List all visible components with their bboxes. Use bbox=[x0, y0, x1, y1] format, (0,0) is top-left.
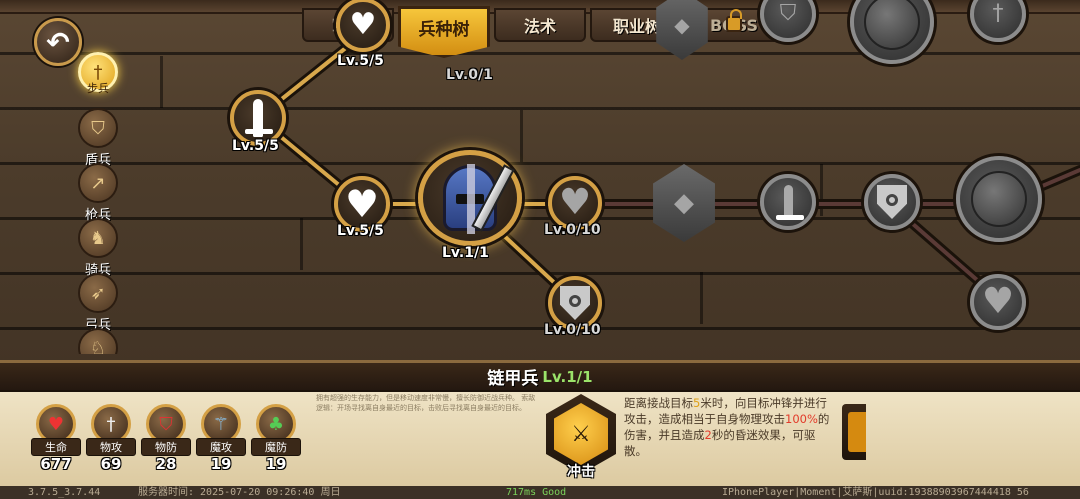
skill-name: 冲击 bbox=[567, 464, 595, 480]
stat-magic-defense: ♣ 魔防 19 bbox=[251, 404, 301, 473]
sidebar-item-spear[interactable]: ↗ 枪兵 bbox=[72, 163, 124, 223]
skill-description: 距离接战目标5米时，向目标冲锋并进行攻击，造成相当于自身物理攻击100%的伤害，… bbox=[624, 395, 834, 459]
shield-icon: ⛉ bbox=[779, 1, 797, 26]
player-info: IPhonePlayer|Moment|艾萨斯|uuid:19388903967… bbox=[722, 487, 1029, 498]
next-skill-badge[interactable] bbox=[842, 404, 866, 460]
rune-icon: ◆ bbox=[674, 13, 690, 37]
stat-value: 19 bbox=[210, 455, 232, 473]
sword-icon bbox=[245, 99, 273, 137]
debug-footer: 3.7.5_3.7.44 服务器时间: 2025-07-20 09:26:40 … bbox=[0, 486, 1080, 499]
stat-physical-attack: † 物攻 69 bbox=[86, 404, 136, 473]
node-level: Lv.5/5 bbox=[337, 223, 384, 239]
unit-description: 拥有超强的生存能力，但是移动速度非常慢，擅长防御近战兵种。 索敌逻辑：开场寻找离… bbox=[316, 394, 536, 412]
stat-label: 物攻 bbox=[86, 438, 136, 456]
back-arrow-icon: ↶ bbox=[46, 25, 70, 59]
node-level: Lv.0/10 bbox=[544, 222, 601, 238]
stat-value: 69 bbox=[100, 455, 122, 473]
tab-spells[interactable]: 法术 bbox=[494, 8, 586, 42]
horse-icon: ♞ bbox=[78, 218, 118, 258]
unit-level: Lv.1/1 bbox=[542, 367, 593, 386]
skill-node-top-heart[interactable]: ♥ bbox=[336, 0, 390, 52]
sidebar-item-partial[interactable]: ♘ bbox=[72, 328, 124, 354]
stat-physical-defense: ⛉ 物防 28 bbox=[141, 404, 191, 473]
stat-label: 魔防 bbox=[251, 438, 301, 456]
version-text: 3.7.5_3.7.44 bbox=[28, 487, 101, 498]
skill-node-shield-grey[interactable] bbox=[864, 174, 920, 230]
sword-icon: † bbox=[992, 1, 1004, 26]
node-level: Lv.0/1 bbox=[446, 67, 493, 83]
node-level: Lv.5/5 bbox=[232, 138, 279, 154]
heart-icon: ♥ bbox=[349, 7, 377, 42]
unit-name: 链甲兵 bbox=[487, 369, 539, 389]
unit-title-bar: 链甲兵 Lv.1/1 bbox=[0, 360, 1080, 392]
sword-icon bbox=[775, 185, 804, 220]
shield-icon bbox=[560, 286, 590, 320]
heart-icon: ♥ bbox=[344, 182, 380, 226]
server-time: 服务器时间: 2025-07-20 09:26:40 周日 bbox=[138, 487, 341, 498]
heart-icon: ♥ bbox=[558, 182, 592, 223]
skill-desc-text: 距离接战目标 bbox=[624, 396, 693, 410]
warrior-portrait-icon bbox=[864, 0, 920, 50]
skill-node-heart-grey[interactable]: ♥ bbox=[970, 274, 1026, 330]
bow-icon: ➶ bbox=[78, 273, 118, 313]
spear-icon: ↗ bbox=[78, 163, 118, 203]
lock-icon bbox=[726, 9, 742, 32]
sidebar-item-label: 步兵 bbox=[87, 82, 109, 95]
node-level: Lv.5/5 bbox=[337, 53, 384, 69]
node-level: Lv.1/1 bbox=[442, 245, 489, 261]
rune-icon: ◆ bbox=[674, 188, 694, 218]
stat-value: 19 bbox=[265, 455, 287, 473]
sidebar-item-shield[interactable]: ⛉ 盾兵 bbox=[72, 108, 124, 168]
node-level: Lv.0/10 bbox=[544, 322, 601, 338]
skill-node-hero-grey[interactable] bbox=[956, 156, 1042, 242]
ping-status: 717ms Good bbox=[506, 487, 567, 498]
skill-desc-highlight: 2 bbox=[704, 428, 712, 442]
heart-icon: ♥ bbox=[981, 281, 1015, 322]
charge-skill-icon: ⚔ bbox=[554, 403, 608, 465]
stat-label: 生命 bbox=[31, 438, 81, 456]
stat-magic-attack: ⚚ 魔攻 19 bbox=[196, 404, 246, 473]
stat-label: 魔攻 bbox=[196, 438, 246, 456]
skill-node-sword-grey[interactable] bbox=[760, 174, 816, 230]
skill-node-knight[interactable] bbox=[418, 150, 522, 246]
stat-value: 677 bbox=[40, 455, 72, 473]
shield-icon bbox=[877, 185, 907, 219]
stat-hp: ♥ 生命 677 bbox=[31, 404, 81, 473]
shield-icon: ⛉ bbox=[78, 108, 118, 148]
warrior-portrait-icon bbox=[971, 171, 1027, 227]
sidebar-item-archer[interactable]: ➶ 弓兵 bbox=[72, 273, 124, 333]
skill-desc-highlight: 100% bbox=[785, 412, 818, 426]
sidebar-item-infantry[interactable]: † 步兵 bbox=[72, 52, 124, 96]
stat-value: 28 bbox=[155, 455, 177, 473]
sidebar-item-cavalry[interactable]: ♞ 骑兵 bbox=[72, 218, 124, 278]
stat-label: 物防 bbox=[141, 438, 191, 456]
horse-icon: ♘ bbox=[78, 328, 118, 354]
